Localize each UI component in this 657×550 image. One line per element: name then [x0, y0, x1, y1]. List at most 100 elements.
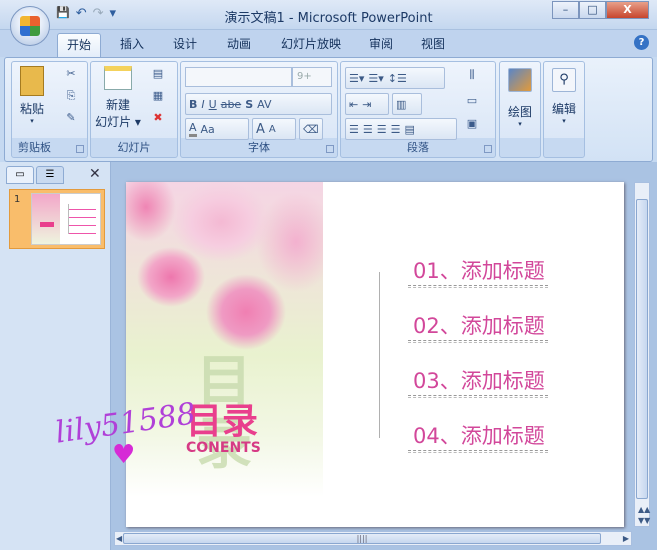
drawing-button[interactable]: 绘图 ▾: [504, 68, 536, 128]
italic-button[interactable]: I: [201, 98, 204, 111]
horizontal-scrollbar[interactable]: ◀ |||| ▶: [114, 531, 632, 546]
quick-access-toolbar: 💾 ↶ ↷ ▾: [56, 6, 116, 21]
prev-slide-icon[interactable]: ▲▲: [638, 505, 650, 514]
align-left-icon[interactable]: ☰: [349, 123, 359, 136]
maximize-button[interactable]: □: [579, 1, 606, 19]
char-spacing-button[interactable]: AV: [257, 98, 271, 111]
paragraph-group: ☰▾ ☰▾ ↕☰ ⫼ ⇤ ⇥ ▥ ▭ ☰ ☰ ☰ ☰ ▤ ▣ 段落: [340, 61, 496, 158]
dialog-launcher-icon[interactable]: [484, 145, 492, 153]
binoculars-icon: ⚲: [552, 68, 576, 92]
tab-home[interactable]: 开始: [57, 33, 102, 57]
increase-indent-icon[interactable]: ⇥: [362, 98, 371, 111]
editing-group[interactable]: ⚲ 编辑 ▾: [543, 61, 585, 158]
tab-design[interactable]: 设计: [164, 33, 206, 57]
strikethrough-button[interactable]: abe: [221, 98, 242, 111]
font-label: 字体: [248, 141, 270, 154]
window-controls: – □ X: [552, 1, 649, 19]
help-icon[interactable]: ?: [634, 35, 649, 50]
next-slide-icon[interactable]: ▼▼: [638, 516, 650, 525]
slides-tab[interactable]: ▭: [6, 166, 34, 184]
new-slide-button[interactable]: 新建 幻灯片 ▾: [93, 66, 143, 130]
toc-underline: [408, 340, 548, 343]
tab-view[interactable]: 视图: [412, 33, 454, 57]
tab-animation[interactable]: 动画: [218, 33, 260, 57]
close-button[interactable]: X: [606, 1, 649, 19]
font-color-button[interactable]: A: [189, 121, 197, 137]
align-text-icon[interactable]: ▭: [463, 93, 481, 109]
save-icon[interactable]: 💾: [56, 6, 70, 21]
scroll-right-icon[interactable]: ▶: [623, 534, 629, 543]
scroll-left-icon[interactable]: ◀: [116, 534, 122, 543]
list-buttons: ☰▾ ☰▾ ↕☰: [345, 67, 445, 89]
toc-underline: [408, 450, 548, 453]
alignment-buttons: ☰ ☰ ☰ ☰ ▤: [345, 118, 457, 140]
undo-icon[interactable]: ↶: [76, 6, 87, 21]
grow-font-button[interactable]: A: [256, 122, 265, 137]
shrink-font-button[interactable]: A: [269, 124, 276, 135]
vertical-scrollbar[interactable]: ▲▲ ▼▼: [634, 182, 650, 527]
columns-button[interactable]: ▥: [392, 93, 422, 115]
drawing-group[interactable]: 绘图 ▾: [499, 61, 541, 158]
dialog-launcher-icon[interactable]: [326, 145, 334, 153]
numbering-icon[interactable]: ☰▾: [368, 72, 383, 85]
justify-icon[interactable]: ☰: [391, 123, 401, 136]
peach-blossom-photo: 目录 目录 CONENTS: [126, 182, 323, 497]
redo-icon[interactable]: ↷: [93, 6, 104, 21]
layout-icon[interactable]: ▤: [149, 66, 167, 82]
smartart-icon[interactable]: ▣: [463, 116, 481, 132]
tab-insert[interactable]: 插入: [111, 33, 153, 57]
thumbnail-photo: [32, 194, 60, 244]
new-slide-label-2: 幻灯片: [95, 115, 132, 129]
tab-review[interactable]: 审阅: [360, 33, 402, 57]
toc-item-3[interactable]: 03、添加标题: [413, 365, 545, 395]
thumbnail-items: [68, 204, 96, 234]
slide-subtitle[interactable]: CONENTS: [186, 440, 261, 456]
dialog-launcher-icon[interactable]: [76, 145, 84, 153]
toc-item-2[interactable]: 02、添加标题: [413, 310, 545, 340]
outline-tab[interactable]: ☰: [36, 166, 64, 184]
title-bar: 演示文稿1 - Microsoft PowerPoint 💾 ↶ ↷ ▾ – □…: [0, 0, 657, 30]
vertical-scroll-thumb[interactable]: [636, 199, 648, 499]
font-size-row: A A: [252, 118, 296, 140]
distribute-icon[interactable]: ▤: [405, 123, 415, 136]
new-slide-icon: [104, 66, 132, 90]
slide-title[interactable]: 目录: [186, 392, 258, 444]
decrease-indent-icon[interactable]: ⇤: [349, 98, 358, 111]
thumbnail-title: [40, 222, 54, 227]
line-spacing-icon[interactable]: ↕☰: [388, 72, 407, 85]
align-right-icon[interactable]: ☰: [377, 123, 387, 136]
slide-canvas[interactable]: 目录 目录 CONENTS 01、添加标题 02、添加标题 03、添加标题 04…: [126, 182, 624, 527]
pane-tabs: ▭ ☰: [6, 166, 64, 186]
change-case-button[interactable]: Aa: [201, 123, 215, 136]
font-size-select[interactable]: 9+: [292, 67, 332, 87]
shadow-button[interactable]: S: [245, 98, 253, 111]
align-center-icon[interactable]: ☰: [363, 123, 373, 136]
new-slide-label: 新建: [105, 98, 130, 112]
delete-slide-icon[interactable]: ✖: [149, 110, 167, 126]
font-name-select[interactable]: [185, 67, 292, 87]
reset-icon[interactable]: ▦: [149, 88, 167, 104]
ribbon-tabs: 开始 插入 设计 动画 幻灯片放映 审阅 视图 ?: [0, 30, 657, 57]
underline-button[interactable]: U: [209, 98, 217, 111]
bullets-icon[interactable]: ☰▾: [349, 72, 364, 85]
paste-button[interactable]: 粘贴 ▾: [18, 66, 46, 125]
format-painter-icon[interactable]: ✎: [62, 110, 80, 126]
editing-button[interactable]: ⚲ 编辑 ▾: [548, 68, 580, 125]
cut-icon[interactable]: ✂: [62, 66, 80, 82]
toc-item-1[interactable]: 01、添加标题: [413, 255, 545, 285]
bold-button[interactable]: B: [189, 98, 197, 111]
shapes-icon: [508, 68, 532, 92]
pane-close-icon[interactable]: ✕: [89, 166, 101, 182]
minimize-button[interactable]: –: [552, 1, 579, 19]
clear-format-button[interactable]: ⌫: [299, 118, 323, 140]
paste-label: 粘贴: [19, 102, 44, 116]
toc-underline: [408, 395, 548, 398]
office-button[interactable]: [10, 6, 50, 46]
copy-icon[interactable]: ⎘: [62, 88, 80, 104]
text-direction-icon[interactable]: ⫼: [463, 67, 481, 83]
tab-slideshow[interactable]: 幻灯片放映: [272, 33, 350, 57]
toc-item-4[interactable]: 04、添加标题: [413, 420, 545, 450]
horizontal-scroll-thumb[interactable]: ||||: [123, 533, 601, 544]
slide-thumbnail[interactable]: [31, 193, 101, 245]
customize-qat-icon[interactable]: ▾: [110, 6, 117, 21]
